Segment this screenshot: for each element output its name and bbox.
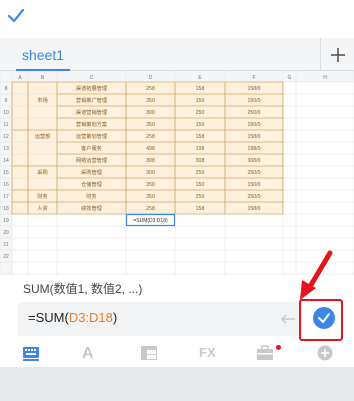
- add-sheet-button[interactable]: [320, 38, 354, 71]
- cell-text[interactable]: 市场: [37, 96, 47, 104]
- cell-text[interactable]: 350: [146, 194, 155, 200]
- cell-text[interactable]: 渠道营销管理: [76, 108, 108, 116]
- spreadsheet-grid[interactable]: A B C D E F G H 8 9 10 11 12 13 14 15 16 17 18 19 20 21 22 渠道拓展…: [0, 71, 354, 275]
- keyboard-icon[interactable]: [22, 345, 40, 361]
- plus-circle-icon[interactable]: [316, 345, 334, 361]
- cell-text[interactable]: 308: [146, 158, 155, 164]
- cell-text[interactable]: 采购管理: [81, 168, 103, 176]
- confirm-formula-button[interactable]: [313, 307, 335, 329]
- cell-text[interactable]: 运营策划管理: [76, 132, 108, 140]
- cell-text[interactable]: 150: [196, 182, 205, 188]
- cell-text[interactable]: 250/0: [248, 110, 261, 116]
- cell-text[interactable]: 250: [196, 194, 205, 200]
- cell-text[interactable]: 258: [146, 86, 155, 92]
- formula-range: D3:D18: [68, 310, 113, 325]
- cell-text[interactable]: 250: [196, 110, 205, 116]
- cell-text[interactable]: 300: [146, 170, 155, 176]
- function-button[interactable]: FX: [199, 345, 217, 361]
- cell-text[interactable]: 财务: [86, 192, 96, 200]
- cell-text[interactable]: 158/0: [248, 206, 261, 212]
- row-number[interactable]: 11: [3, 122, 8, 128]
- column-header[interactable]: H: [323, 75, 327, 81]
- row-number[interactable]: 14: [3, 158, 9, 164]
- notification-dot: [276, 345, 281, 350]
- formula-input[interactable]: =SUM(D3:D18): [18, 302, 302, 336]
- cell-text[interactable]: 300: [146, 110, 155, 116]
- row-number[interactable]: 19: [3, 218, 9, 224]
- cell-text[interactable]: 198: [196, 146, 205, 152]
- cell-text[interactable]: 350: [146, 122, 155, 128]
- cell-format-icon[interactable]: [140, 345, 158, 361]
- cell-text[interactable]: 绩效管理: [81, 204, 103, 212]
- active-cell-text[interactable]: =SUM(D3:D18): [133, 218, 168, 224]
- row-number[interactable]: 8: [5, 86, 8, 92]
- formula-prefix: =SUM(: [28, 310, 69, 325]
- row-number[interactable]: 16: [3, 182, 9, 188]
- formula-suffix: ): [112, 310, 118, 325]
- column-header[interactable]: C: [90, 75, 94, 81]
- formula-text[interactable]: =SUM(D3:D18): [28, 310, 117, 325]
- cell-text[interactable]: 158/0: [248, 134, 261, 140]
- cell-text[interactable]: 498: [146, 146, 155, 152]
- function-hint: SUM(数值1, 数值2, ...): [23, 282, 143, 296]
- row-number[interactable]: 12: [3, 134, 9, 140]
- cell-text[interactable]: 158: [196, 86, 205, 92]
- cell-text[interactable]: 158: [196, 134, 205, 140]
- cell-text[interactable]: 308: [196, 158, 205, 164]
- cell-text[interactable]: 258: [146, 134, 155, 140]
- cell-text[interactable]: 人资: [37, 204, 47, 212]
- column-header-bar: [0, 71, 354, 82]
- cell-text[interactable]: 150/0: [248, 182, 261, 188]
- backspace-icon[interactable]: [280, 312, 296, 326]
- cell-text[interactable]: 网络运营管理: [76, 156, 108, 164]
- cell-text[interactable]: 采购: [37, 168, 47, 176]
- bottom-toolbar: A FX: [0, 341, 354, 367]
- cell-text[interactable]: 350: [146, 98, 155, 104]
- red-arrow-annotation: [300, 250, 333, 300]
- cell-text[interactable]: 150: [196, 98, 205, 104]
- cell-text[interactable]: 渠道拓展管理: [76, 84, 108, 92]
- tab-sheet1[interactable]: sheet1: [12, 38, 74, 71]
- check-icon: [318, 313, 330, 323]
- row-number[interactable]: 10: [3, 110, 9, 116]
- cell-text[interactable]: 198/0: [248, 146, 261, 152]
- cell-text[interactable]: 财务: [37, 192, 47, 200]
- column-header[interactable]: F: [252, 75, 255, 81]
- cell-text[interactable]: 258: [146, 206, 155, 212]
- font-format-button[interactable]: A: [82, 345, 100, 362]
- keyboard-area: [0, 367, 354, 401]
- cell-text[interactable]: 158/0: [248, 86, 261, 92]
- column-header[interactable]: D: [149, 75, 153, 81]
- toolbox-icon[interactable]: [256, 345, 274, 361]
- cell-text[interactable]: 150/0: [248, 98, 261, 104]
- cell-text[interactable]: 250: [196, 170, 205, 176]
- row-number[interactable]: 9: [5, 98, 8, 104]
- cell-text[interactable]: 308/0: [248, 158, 261, 164]
- plus-icon: [330, 47, 345, 62]
- cell-text[interactable]: 客户服务: [81, 144, 102, 152]
- column-header[interactable]: G: [288, 75, 292, 81]
- sheet-tab-bar: sheet1: [0, 38, 354, 71]
- row-number[interactable]: 17: [3, 194, 9, 200]
- row-number[interactable]: 20: [3, 230, 9, 236]
- cell-text[interactable]: 营销策划方案: [76, 120, 108, 128]
- cell-text[interactable]: 250/0: [248, 194, 261, 200]
- cell-text[interactable]: 150: [196, 122, 205, 128]
- cell-text[interactable]: 仓储管理: [81, 180, 103, 188]
- cell-text[interactable]: 运营部: [35, 132, 51, 140]
- top-bar: [0, 0, 354, 38]
- row-number[interactable]: 21: [3, 242, 9, 248]
- cell-text[interactable]: 350: [146, 182, 155, 188]
- row-number[interactable]: 22: [3, 254, 9, 260]
- row-number[interactable]: 13: [3, 146, 9, 152]
- cell-text[interactable]: 158: [196, 206, 205, 212]
- row-number[interactable]: 15: [3, 170, 9, 176]
- check-icon[interactable]: [6, 6, 26, 26]
- cell-text[interactable]: 150/0: [248, 122, 261, 128]
- grid-canvas[interactable]: A B C D E F G H8910111213141516171819202122渠道拓展…: [0, 71, 354, 275]
- cell-text[interactable]: 250/0: [248, 170, 261, 176]
- row-number[interactable]: 18: [3, 206, 9, 212]
- cell-text[interactable]: 营销推广管理: [76, 96, 108, 104]
